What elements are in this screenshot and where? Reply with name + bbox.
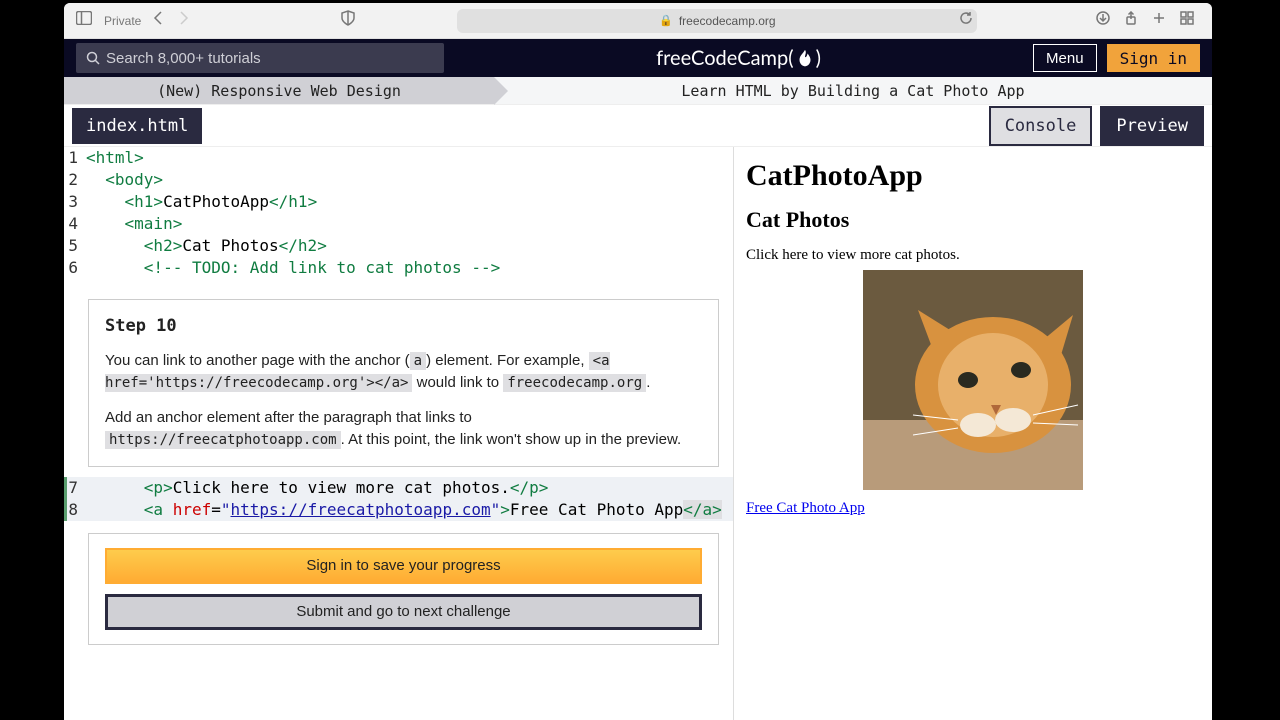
preview-link[interactable]: Free Cat Photo App — [746, 500, 865, 516]
search-placeholder: Search 8,000+ tutorials — [106, 50, 261, 67]
editor-tabbar: index.html Console Preview — [64, 105, 1212, 147]
back-button[interactable] — [153, 11, 165, 30]
flame-icon — [794, 48, 816, 70]
preview-h1: CatPhotoApp — [746, 159, 1200, 193]
preview-image — [746, 270, 1200, 495]
code-editor[interactable]: 1<html> 2 <body> 3 <h1>CatPhotoApp</h1> … — [64, 147, 734, 720]
console-tab[interactable]: Console — [989, 106, 1093, 146]
breadcrumb-challenge[interactable]: Learn HTML by Building a Cat Photo App — [494, 77, 1212, 104]
signin-button[interactable]: Sign in — [1107, 44, 1200, 72]
privacy-shield-icon[interactable] — [341, 10, 355, 31]
tab-overview-icon[interactable] — [1180, 11, 1194, 30]
forward-button — [177, 11, 189, 30]
private-badge: Private — [104, 14, 141, 28]
lock-icon: 🔒 — [659, 14, 673, 27]
preview-h2: Cat Photos — [746, 207, 1200, 233]
preview-paragraph: Click here to view more cat photos. — [746, 247, 1200, 264]
browser-toolbar: Private 🔒 freecodecamp.org — [64, 3, 1212, 39]
new-tab-icon[interactable] — [1152, 11, 1166, 30]
breadcrumb: (New) Responsive Web Design Learn HTML b… — [64, 77, 1212, 105]
search-input[interactable]: Search 8,000+ tutorials — [76, 43, 444, 73]
app-header: Search 8,000+ tutorials freeCodeCamp() M… — [64, 39, 1212, 77]
preview-pane: CatPhotoApp Cat Photos Click here to vie… — [734, 147, 1212, 720]
instructions-panel: Step 10 You can link to another page wit… — [88, 299, 719, 467]
breadcrumb-course[interactable]: (New) Responsive Web Design — [64, 77, 494, 104]
signin-progress-button[interactable]: Sign in to save your progress — [105, 548, 702, 584]
preview-tab[interactable]: Preview — [1100, 106, 1204, 146]
share-icon[interactable] — [1124, 11, 1138, 30]
action-panel: Sign in to save your progress Submit and… — [88, 533, 719, 645]
step-paragraph-1: You can link to another page with the an… — [105, 350, 702, 395]
downloads-icon[interactable] — [1096, 11, 1110, 30]
step-title: Step 10 — [105, 314, 702, 340]
menu-button[interactable]: Menu — [1033, 44, 1097, 72]
url-domain: freecodecamp.org — [679, 14, 776, 28]
file-tab[interactable]: index.html — [72, 108, 202, 144]
sidebar-toggle-icon[interactable] — [76, 11, 92, 30]
submit-button[interactable]: Submit and go to next challenge — [105, 594, 702, 630]
url-bar[interactable]: 🔒 freecodecamp.org — [457, 9, 977, 33]
refresh-icon[interactable] — [959, 11, 973, 30]
cat-image-icon — [863, 270, 1083, 490]
search-icon — [86, 51, 100, 65]
app-logo[interactable]: freeCodeCamp() — [454, 46, 1023, 71]
step-paragraph-2: Add an anchor element after the paragrap… — [105, 407, 702, 452]
